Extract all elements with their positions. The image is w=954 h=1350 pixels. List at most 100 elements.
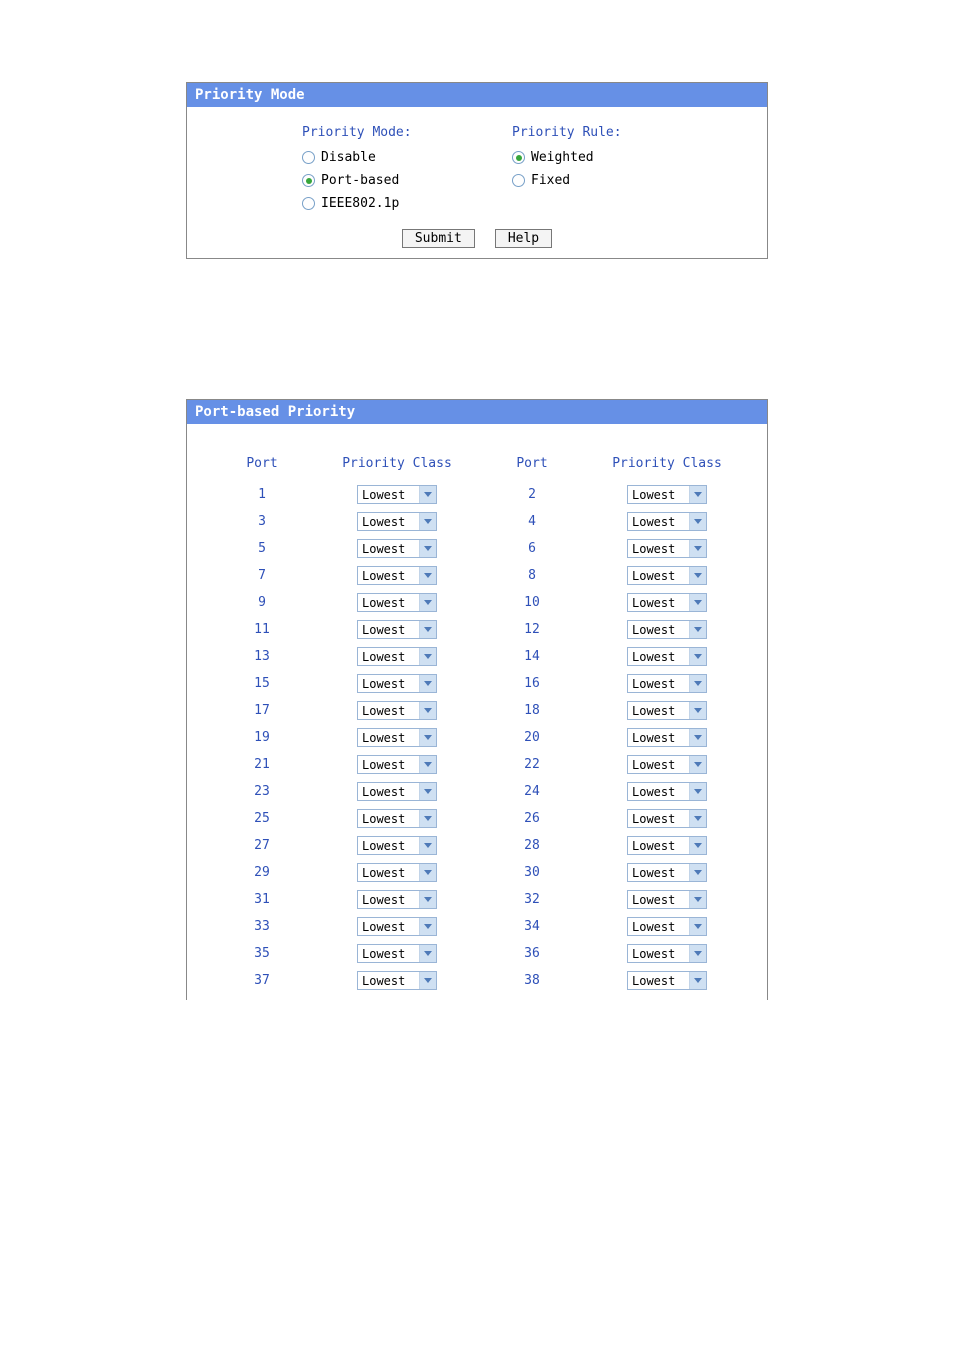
port-number: 8: [477, 568, 587, 583]
priority-class-select[interactable]: Lowest: [627, 593, 707, 612]
priority-class-select[interactable]: Lowest: [357, 512, 437, 531]
select-value: Lowest: [358, 729, 419, 746]
chevron-down-icon[interactable]: [419, 837, 436, 854]
priority-class-select[interactable]: Lowest: [357, 701, 437, 720]
priority-class-select[interactable]: Lowest: [627, 566, 707, 585]
chevron-down-icon[interactable]: [689, 756, 706, 773]
priority-class-select[interactable]: Lowest: [357, 647, 437, 666]
chevron-down-icon[interactable]: [689, 540, 706, 557]
chevron-down-icon[interactable]: [419, 621, 436, 638]
priority-class-select[interactable]: Lowest: [627, 836, 707, 855]
chevron-down-icon[interactable]: [419, 864, 436, 881]
chevron-down-icon[interactable]: [689, 945, 706, 962]
priority-rule-option[interactable]: Fixed: [512, 173, 652, 188]
priority-class-select[interactable]: Lowest: [627, 971, 707, 990]
chevron-down-icon[interactable]: [689, 837, 706, 854]
priority-class-select[interactable]: Lowest: [627, 917, 707, 936]
chevron-down-icon[interactable]: [419, 675, 436, 692]
priority-class-select[interactable]: Lowest: [357, 674, 437, 693]
help-button[interactable]: Help: [495, 229, 552, 248]
chevron-down-icon[interactable]: [419, 540, 436, 557]
chevron-down-icon[interactable]: [419, 486, 436, 503]
priority-class-select[interactable]: Lowest: [627, 485, 707, 504]
chevron-down-icon[interactable]: [419, 945, 436, 962]
priority-class-select[interactable]: Lowest: [627, 620, 707, 639]
chevron-down-icon[interactable]: [419, 513, 436, 530]
chevron-down-icon[interactable]: [689, 864, 706, 881]
priority-class-select[interactable]: Lowest: [357, 485, 437, 504]
priority-class-select[interactable]: Lowest: [627, 674, 707, 693]
chevron-down-icon[interactable]: [419, 702, 436, 719]
chevron-down-icon[interactable]: [689, 729, 706, 746]
priority-class-select[interactable]: Lowest: [357, 593, 437, 612]
priority-class-select[interactable]: Lowest: [357, 863, 437, 882]
radio-icon[interactable]: [302, 174, 315, 187]
chevron-down-icon[interactable]: [419, 972, 436, 989]
chevron-down-icon[interactable]: [689, 594, 706, 611]
priority-class-select[interactable]: Lowest: [357, 890, 437, 909]
chevron-down-icon[interactable]: [419, 891, 436, 908]
priority-mode-option[interactable]: IEEE802.1p: [302, 196, 442, 211]
priority-class-select[interactable]: Lowest: [357, 539, 437, 558]
priority-class-select[interactable]: Lowest: [627, 782, 707, 801]
priority-class-select[interactable]: Lowest: [357, 944, 437, 963]
priority-class-select[interactable]: Lowest: [357, 809, 437, 828]
priority-class-select[interactable]: Lowest: [357, 755, 437, 774]
priority-rule-option[interactable]: Weighted: [512, 150, 652, 165]
select-value: Lowest: [358, 918, 419, 935]
chevron-down-icon[interactable]: [689, 513, 706, 530]
chevron-down-icon[interactable]: [419, 810, 436, 827]
priority-class-select[interactable]: Lowest: [357, 971, 437, 990]
select-value: Lowest: [628, 486, 689, 503]
radio-icon[interactable]: [302, 151, 315, 164]
chevron-down-icon[interactable]: [689, 567, 706, 584]
chevron-down-icon[interactable]: [419, 648, 436, 665]
priority-class-select[interactable]: Lowest: [627, 728, 707, 747]
radio-icon[interactable]: [302, 197, 315, 210]
priority-mode-panel: Priority Mode Priority Mode: DisablePort…: [186, 82, 768, 259]
priority-class-select[interactable]: Lowest: [627, 755, 707, 774]
priority-class-cell: Lowest: [587, 647, 747, 666]
chevron-down-icon[interactable]: [419, 594, 436, 611]
port-number: 29: [207, 865, 317, 880]
priority-class-select[interactable]: Lowest: [627, 809, 707, 828]
priority-class-select[interactable]: Lowest: [627, 647, 707, 666]
chevron-down-icon[interactable]: [419, 783, 436, 800]
table-row: 17Lowest18Lowest: [187, 697, 767, 724]
chevron-down-icon[interactable]: [689, 702, 706, 719]
priority-class-select[interactable]: Lowest: [357, 917, 437, 936]
priority-mode-option[interactable]: Port-based: [302, 173, 442, 188]
chevron-down-icon[interactable]: [419, 567, 436, 584]
chevron-down-icon[interactable]: [689, 648, 706, 665]
select-value: Lowest: [358, 864, 419, 881]
priority-class-select[interactable]: Lowest: [627, 863, 707, 882]
chevron-down-icon[interactable]: [689, 810, 706, 827]
priority-class-select[interactable]: Lowest: [357, 728, 437, 747]
port-number: 36: [477, 946, 587, 961]
chevron-down-icon[interactable]: [689, 891, 706, 908]
chevron-down-icon[interactable]: [689, 972, 706, 989]
panel-title: Port-based Priority: [187, 400, 767, 424]
priority-class-select[interactable]: Lowest: [627, 890, 707, 909]
radio-icon[interactable]: [512, 174, 525, 187]
chevron-down-icon[interactable]: [689, 486, 706, 503]
priority-class-select[interactable]: Lowest: [357, 620, 437, 639]
chevron-down-icon[interactable]: [689, 621, 706, 638]
priority-class-select[interactable]: Lowest: [357, 566, 437, 585]
radio-icon[interactable]: [512, 151, 525, 164]
priority-class-select[interactable]: Lowest: [627, 701, 707, 720]
priority-class-select[interactable]: Lowest: [357, 836, 437, 855]
chevron-down-icon[interactable]: [419, 918, 436, 935]
chevron-down-icon[interactable]: [689, 675, 706, 692]
select-value: Lowest: [358, 486, 419, 503]
chevron-down-icon[interactable]: [689, 918, 706, 935]
chevron-down-icon[interactable]: [419, 729, 436, 746]
priority-class-select[interactable]: Lowest: [627, 512, 707, 531]
chevron-down-icon[interactable]: [419, 756, 436, 773]
submit-button[interactable]: Submit: [402, 229, 475, 248]
priority-class-select[interactable]: Lowest: [627, 944, 707, 963]
chevron-down-icon[interactable]: [689, 783, 706, 800]
priority-mode-option[interactable]: Disable: [302, 150, 442, 165]
priority-class-select[interactable]: Lowest: [627, 539, 707, 558]
priority-class-select[interactable]: Lowest: [357, 782, 437, 801]
